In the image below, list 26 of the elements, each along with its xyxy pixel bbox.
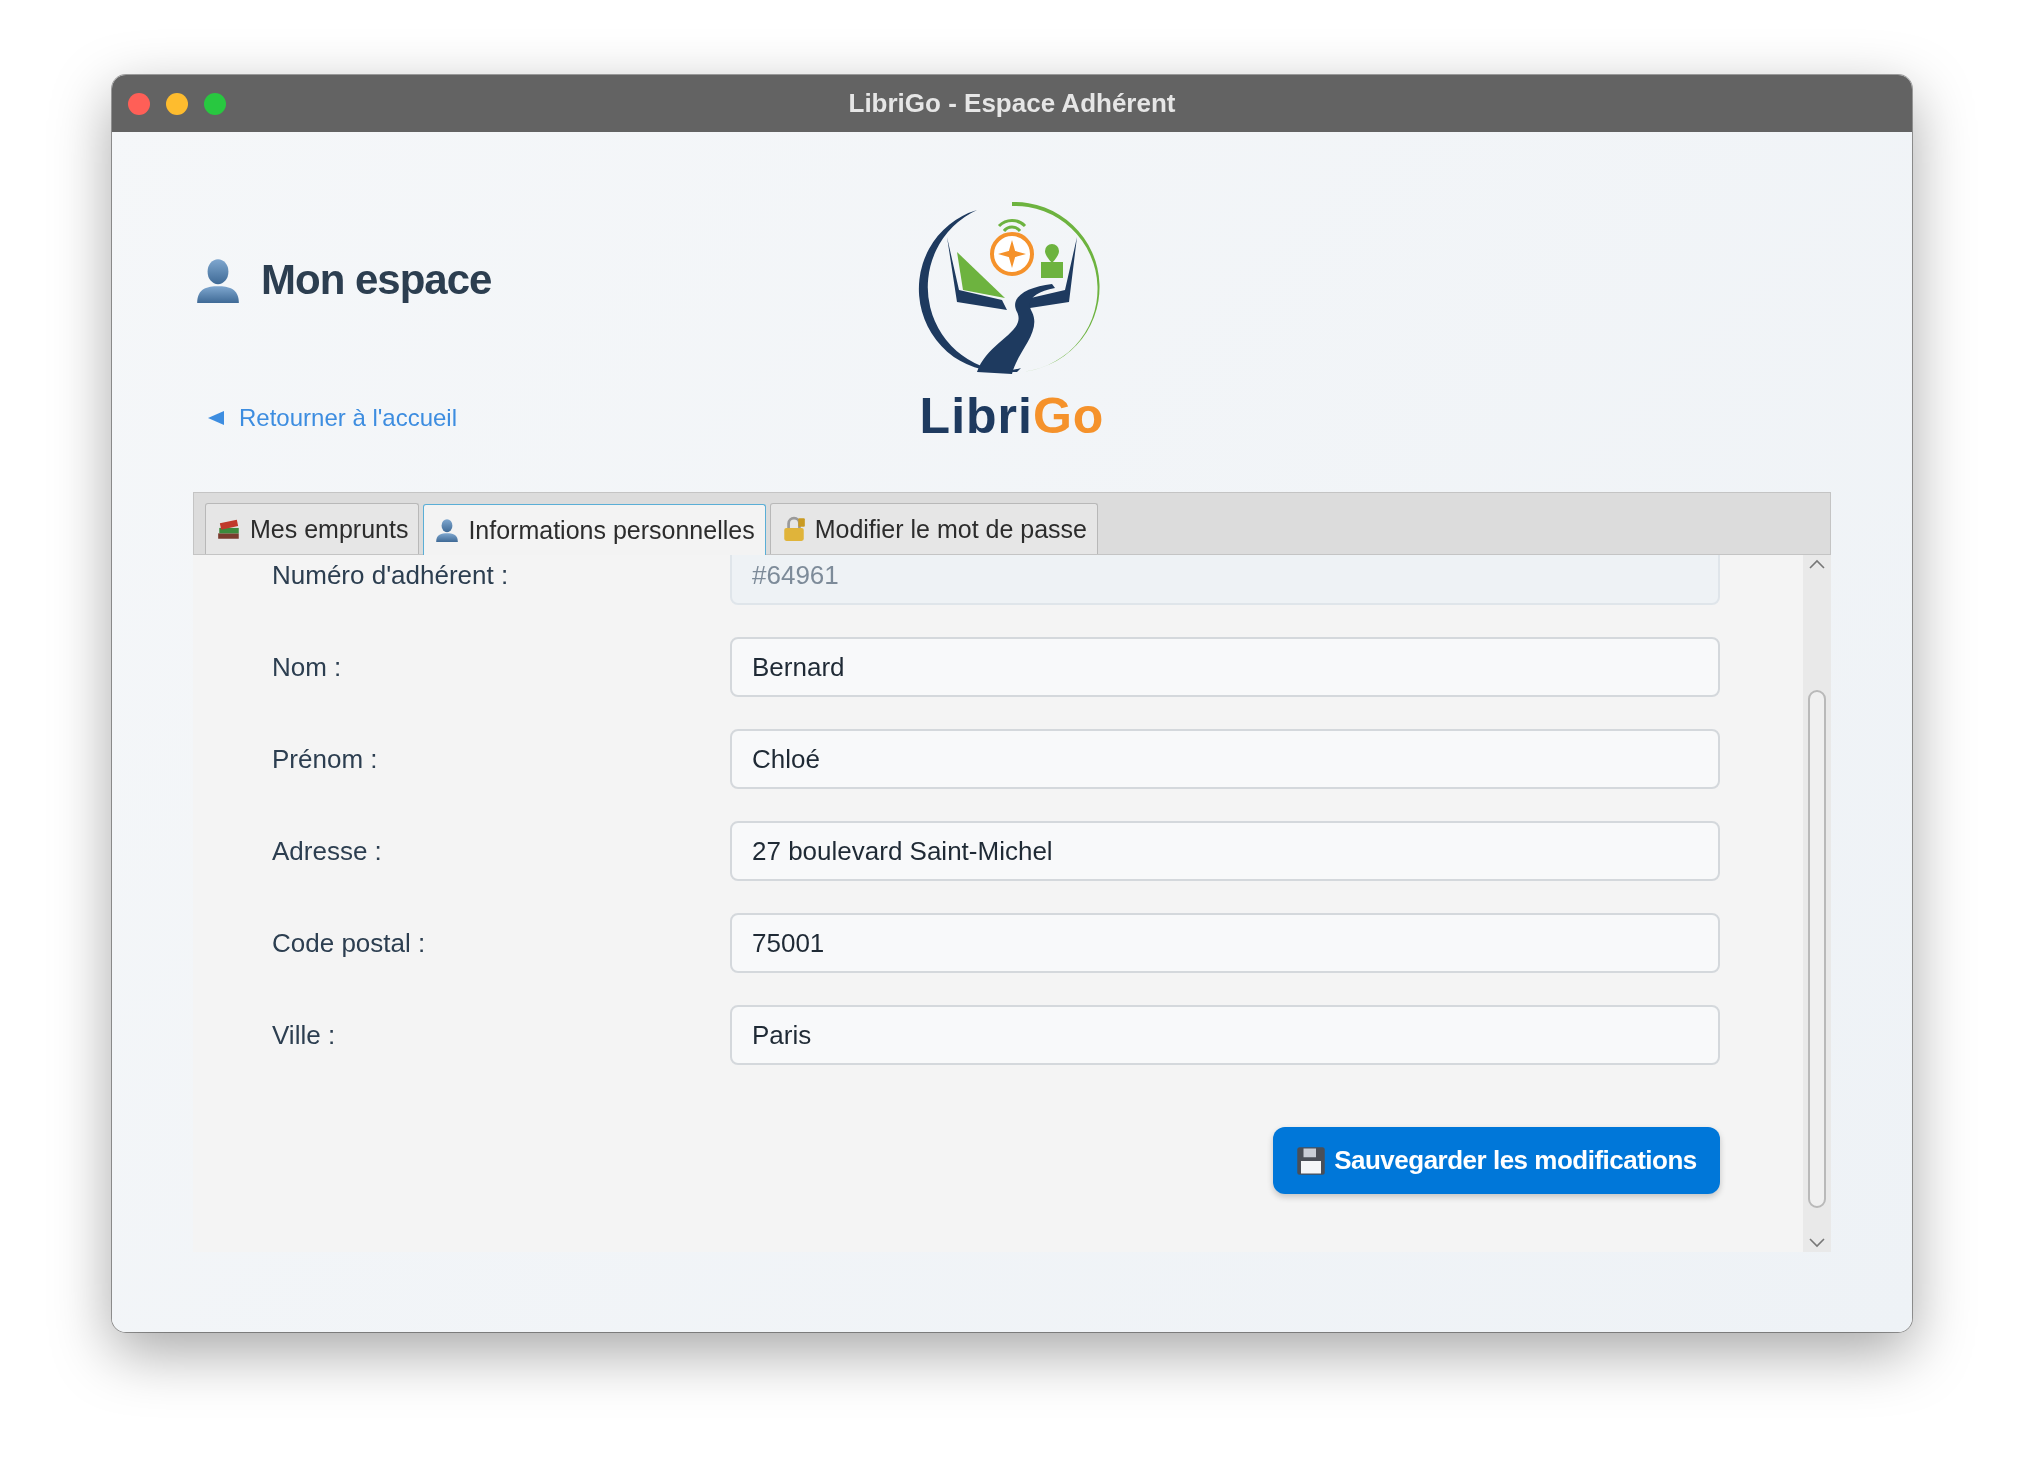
field-label: Adresse :: [272, 835, 383, 867]
field-label: Numéro d'adhérent :: [272, 559, 510, 591]
tab[interactable]: Modifier le mot de passe: [769, 503, 1099, 554]
input-field[interactable]: 27 boulevard Saint-Michel: [730, 821, 1720, 881]
page-title: Mon espace: [261, 255, 492, 305]
input-field[interactable]: Chloé: [730, 729, 1720, 789]
scroll-thumb[interactable]: [1808, 689, 1826, 1208]
input-field[interactable]: Bernard: [730, 637, 1720, 697]
zoom-button[interactable]: [204, 92, 226, 115]
scroll-down-icon[interactable]: [1809, 1238, 1825, 1248]
tab[interactable]: Informations personnelles: [423, 504, 766, 555]
field-label: Ville :: [272, 1019, 337, 1051]
scroll-up-icon[interactable]: [1809, 559, 1825, 569]
field-label: Prénom :: [272, 743, 379, 775]
input-field[interactable]: 75001: [730, 913, 1720, 973]
input-field[interactable]: Paris: [730, 1005, 1720, 1065]
close-button[interactable]: [128, 92, 150, 115]
triangle-left-icon: [207, 410, 225, 426]
person-icon: [434, 517, 461, 543]
minimize-button[interactable]: [166, 92, 188, 115]
save-button[interactable]: Sauvegarder les modifications: [1273, 1127, 1720, 1194]
field-label: Nom :: [272, 651, 343, 683]
logo-wordmark: LibriGo: [919, 388, 1105, 444]
field-label: Code postal :: [272, 927, 427, 959]
window-title: LibriGo - Espace Adhérent: [847, 88, 1177, 119]
tab[interactable]: Mes emprunts: [205, 503, 420, 554]
